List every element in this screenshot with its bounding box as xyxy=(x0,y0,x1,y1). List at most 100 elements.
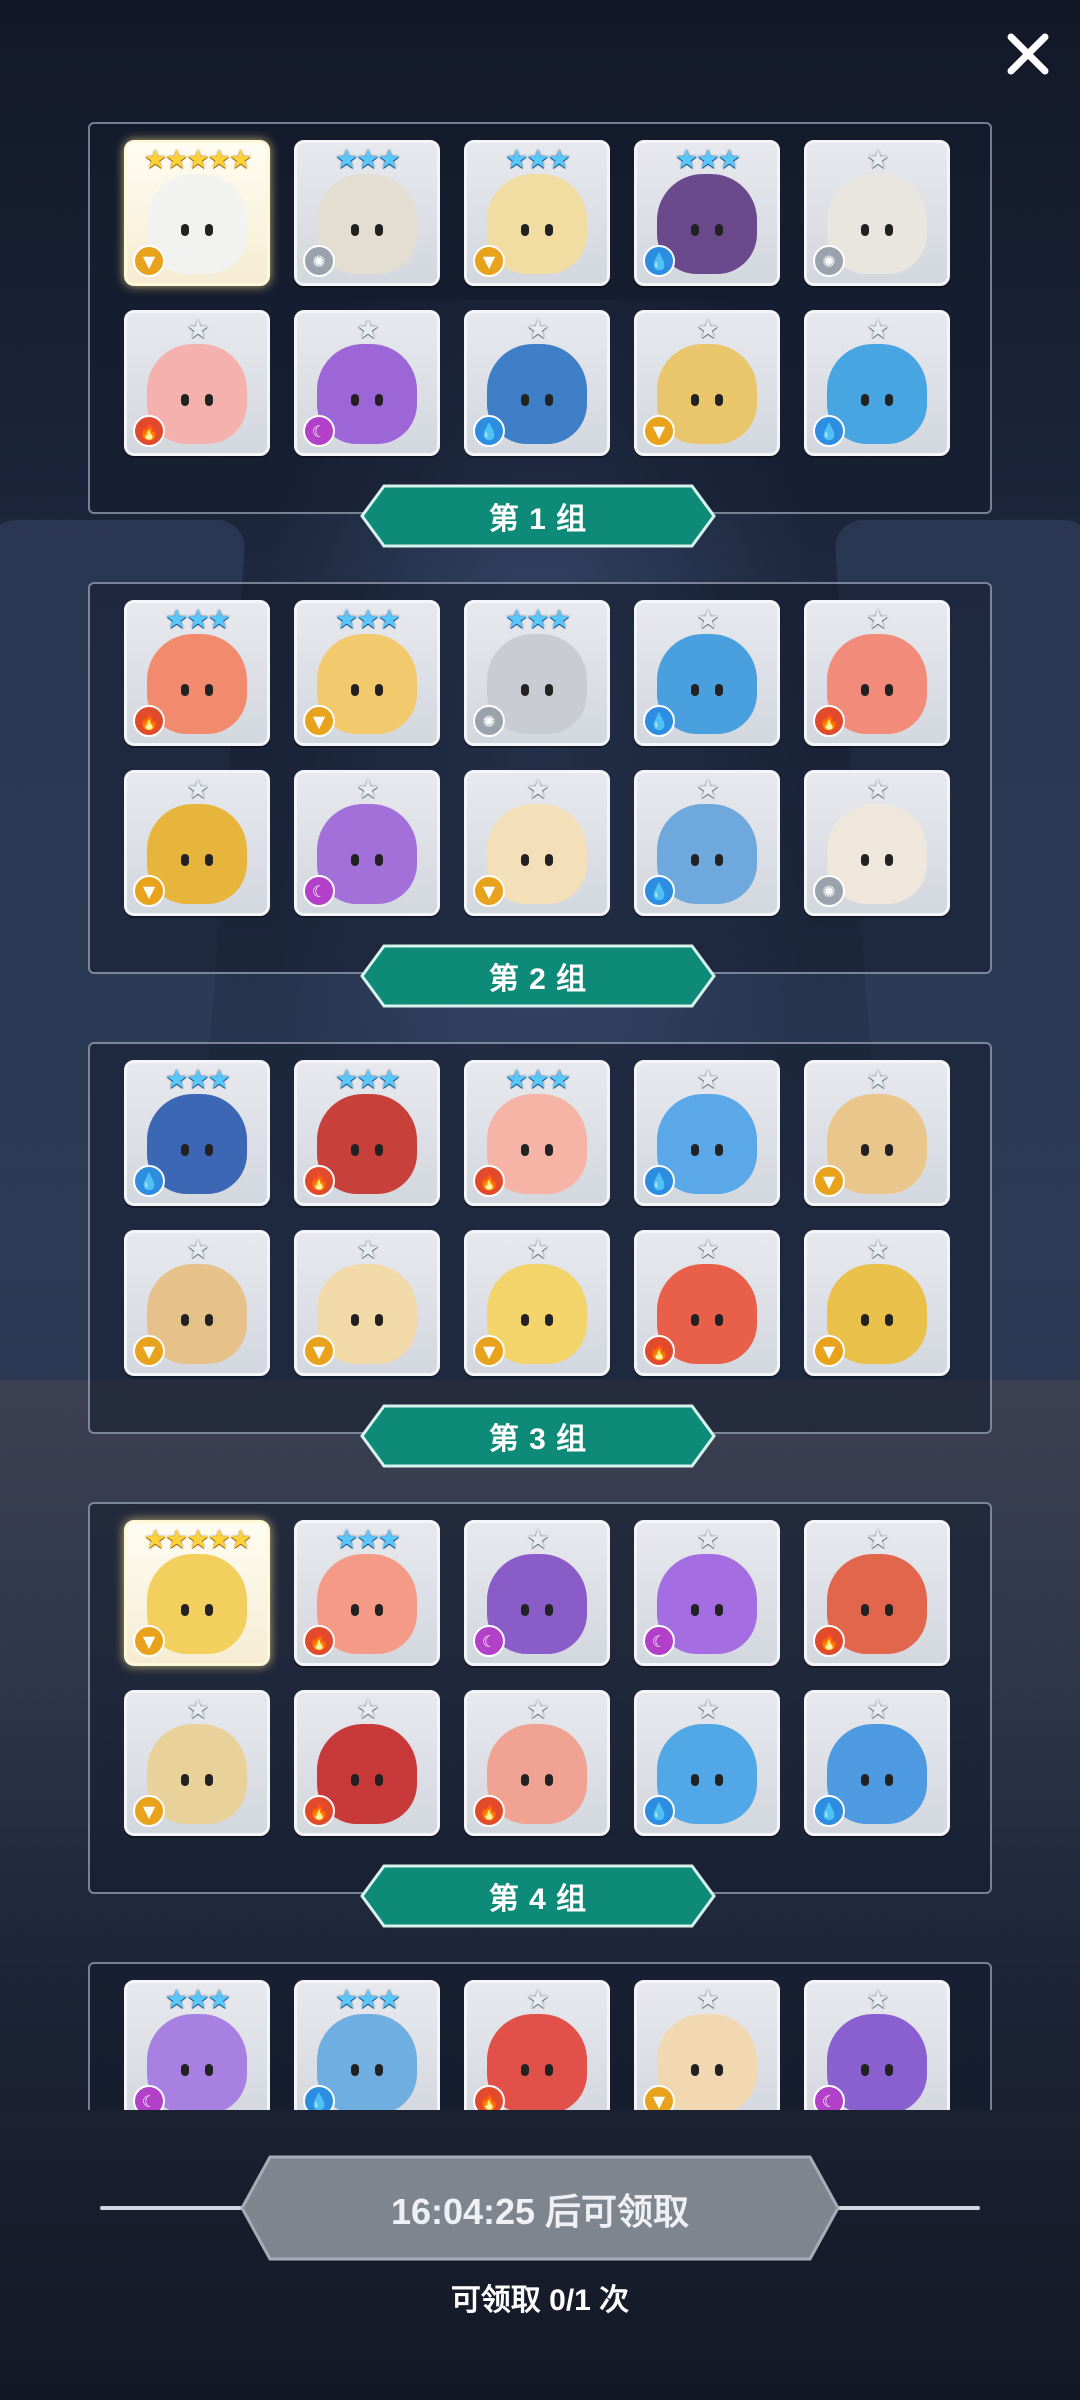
star-rating: ★★★ xyxy=(335,1065,401,1095)
hero-card[interactable]: ★ 💧 xyxy=(464,310,610,456)
hero-card[interactable]: ★ ☾ xyxy=(294,310,440,456)
hero-face xyxy=(847,850,907,870)
fire-element-icon: 🔥 xyxy=(303,1625,335,1657)
wind-element-icon: ▼ xyxy=(303,705,335,737)
claim-divider-left xyxy=(100,2206,250,2210)
hero-card[interactable]: ★★★ 💧 xyxy=(634,140,780,286)
light-element-icon: ✺ xyxy=(813,875,845,907)
hero-card[interactable]: ★ ☾ xyxy=(464,1520,610,1666)
hero-card[interactable]: ★★★ ✺ xyxy=(294,140,440,286)
hero-card[interactable]: ★ ☾ xyxy=(634,1520,780,1666)
star-rating: ★ xyxy=(526,315,549,345)
wind-element-icon: ▼ xyxy=(303,1335,335,1367)
hero-face xyxy=(337,390,397,410)
hero-card[interactable]: ★ ▼ xyxy=(464,1230,610,1376)
hero-face xyxy=(847,1770,907,1790)
hero-card[interactable]: ★★★ 💧 xyxy=(294,1980,440,2110)
light-element-icon: ✺ xyxy=(473,705,505,737)
hero-card[interactable]: ★ ▼ xyxy=(804,1060,950,1206)
star-rating: ★ xyxy=(866,1235,889,1265)
hero-card[interactable]: ★ ▼ xyxy=(124,770,270,916)
dark-element-icon: ☾ xyxy=(303,875,335,907)
hero-card[interactable]: ★ ☾ xyxy=(804,1980,950,2110)
claim-button[interactable]: 16:04:25 后可领取 xyxy=(240,2155,840,2261)
hero-face xyxy=(677,2060,737,2080)
hero-card[interactable]: ★ 💧 xyxy=(634,770,780,916)
star-rating: ★ xyxy=(696,315,719,345)
hero-card[interactable]: ★★★★★ ▼ xyxy=(124,140,270,286)
star-rating: ★ xyxy=(186,775,209,805)
hero-card[interactable]: ★ ✺ xyxy=(804,140,950,286)
wind-element-icon: ▼ xyxy=(133,1795,165,1827)
hero-face xyxy=(507,850,567,870)
star-rating: ★ xyxy=(866,145,889,175)
hero-card[interactable]: ★ ☾ xyxy=(294,770,440,916)
hero-card[interactable]: ★★★ 🔥 xyxy=(124,600,270,746)
hero-card[interactable]: ★ ✺ xyxy=(804,770,950,916)
hero-card[interactable]: ★★★ 🔥 xyxy=(294,1520,440,1666)
hero-card[interactable]: ★★★ ▼ xyxy=(464,140,610,286)
star-rating: ★ xyxy=(696,775,719,805)
hero-card[interactable]: ★★★ 💧 xyxy=(124,1060,270,1206)
hero-card[interactable]: ★ 💧 xyxy=(634,1060,780,1206)
hero-card[interactable]: ★ 🔥 xyxy=(634,1230,780,1376)
fire-element-icon: 🔥 xyxy=(303,1165,335,1197)
hero-face xyxy=(167,2060,227,2080)
water-element-icon: 💧 xyxy=(643,875,675,907)
hero-card[interactable]: ★ 🔥 xyxy=(464,1690,610,1836)
star-rating: ★★★ xyxy=(165,605,231,635)
hero-card[interactable]: ★★★★★ ▼ xyxy=(124,1520,270,1666)
wind-element-icon: ▼ xyxy=(133,875,165,907)
hero-card[interactable]: ★ 🔥 xyxy=(804,1520,950,1666)
group-label-text: 第 4 组 xyxy=(488,1883,588,1916)
hero-face xyxy=(677,680,737,700)
close-button[interactable] xyxy=(996,22,1060,86)
fire-element-icon: 🔥 xyxy=(813,705,845,737)
hero-card[interactable]: ★ 🔥 xyxy=(464,1980,610,2110)
hero-card[interactable]: ★★★ 🔥 xyxy=(464,1060,610,1206)
wind-element-icon: ▼ xyxy=(473,875,505,907)
hero-card[interactable]: ★★★ ☾ xyxy=(124,1980,270,2110)
hero-face xyxy=(507,1310,567,1330)
wind-element-icon: ▼ xyxy=(473,1335,505,1367)
group-label-text: 第 2 组 xyxy=(488,963,588,996)
hero-face xyxy=(507,390,567,410)
hero-face xyxy=(507,2060,567,2080)
star-rating: ★★★ xyxy=(335,1985,401,2015)
dark-element-icon: ☾ xyxy=(643,1625,675,1657)
hero-face xyxy=(167,1770,227,1790)
hero-card[interactable]: ★ 💧 xyxy=(804,1690,950,1836)
hero-card[interactable]: ★ 💧 xyxy=(634,1690,780,1836)
hero-card[interactable]: ★★★ ✺ xyxy=(464,600,610,746)
reward-group-list[interactable]: ★★★★★ ▼ ★★★ ✺ ★★★ ▼ ★★★ 💧 ★ ✺ ★ 🔥 ★ ☾ ★ 💧 ★ ▼ ★ 💧 第 1 组 ★★★ 🔥 ★… xyxy=(0,112,1080,2110)
hero-card[interactable]: ★ ▼ xyxy=(464,770,610,916)
hero-card[interactable]: ★★★ 🔥 xyxy=(294,1060,440,1206)
water-element-icon: 💧 xyxy=(813,415,845,447)
star-rating: ★ xyxy=(356,1695,379,1725)
hero-card[interactable]: ★ ▼ xyxy=(124,1230,270,1376)
hero-card[interactable]: ★ ▼ xyxy=(634,310,780,456)
star-rating: ★ xyxy=(866,605,889,635)
star-rating: ★ xyxy=(866,1065,889,1095)
star-rating: ★★★ xyxy=(335,1525,401,1555)
hero-card[interactable]: ★ ▼ xyxy=(124,1690,270,1836)
hero-card[interactable]: ★★★ ▼ xyxy=(294,600,440,746)
hero-card[interactable]: ★ 💧 xyxy=(634,600,780,746)
hero-face xyxy=(167,1310,227,1330)
star-rating: ★★★ xyxy=(335,145,401,175)
hero-card[interactable]: ★ 🔥 xyxy=(124,310,270,456)
hero-card[interactable]: ★ 🔥 xyxy=(294,1690,440,1836)
wind-element-icon: ▼ xyxy=(133,245,165,277)
hero-card[interactable]: ★ ▼ xyxy=(294,1230,440,1376)
hero-card[interactable]: ★ ▼ xyxy=(804,1230,950,1376)
hero-card[interactable]: ★ 🔥 xyxy=(804,600,950,746)
hero-card[interactable]: ★ 💧 xyxy=(804,310,950,456)
dark-element-icon: ☾ xyxy=(473,1625,505,1657)
water-element-icon: 💧 xyxy=(643,1795,675,1827)
hero-card[interactable]: ★ ▼ xyxy=(634,1980,780,2110)
hero-face xyxy=(677,220,737,240)
hero-face xyxy=(337,680,397,700)
star-rating: ★ xyxy=(356,1235,379,1265)
hero-face xyxy=(337,1310,397,1330)
hero-face xyxy=(847,390,907,410)
